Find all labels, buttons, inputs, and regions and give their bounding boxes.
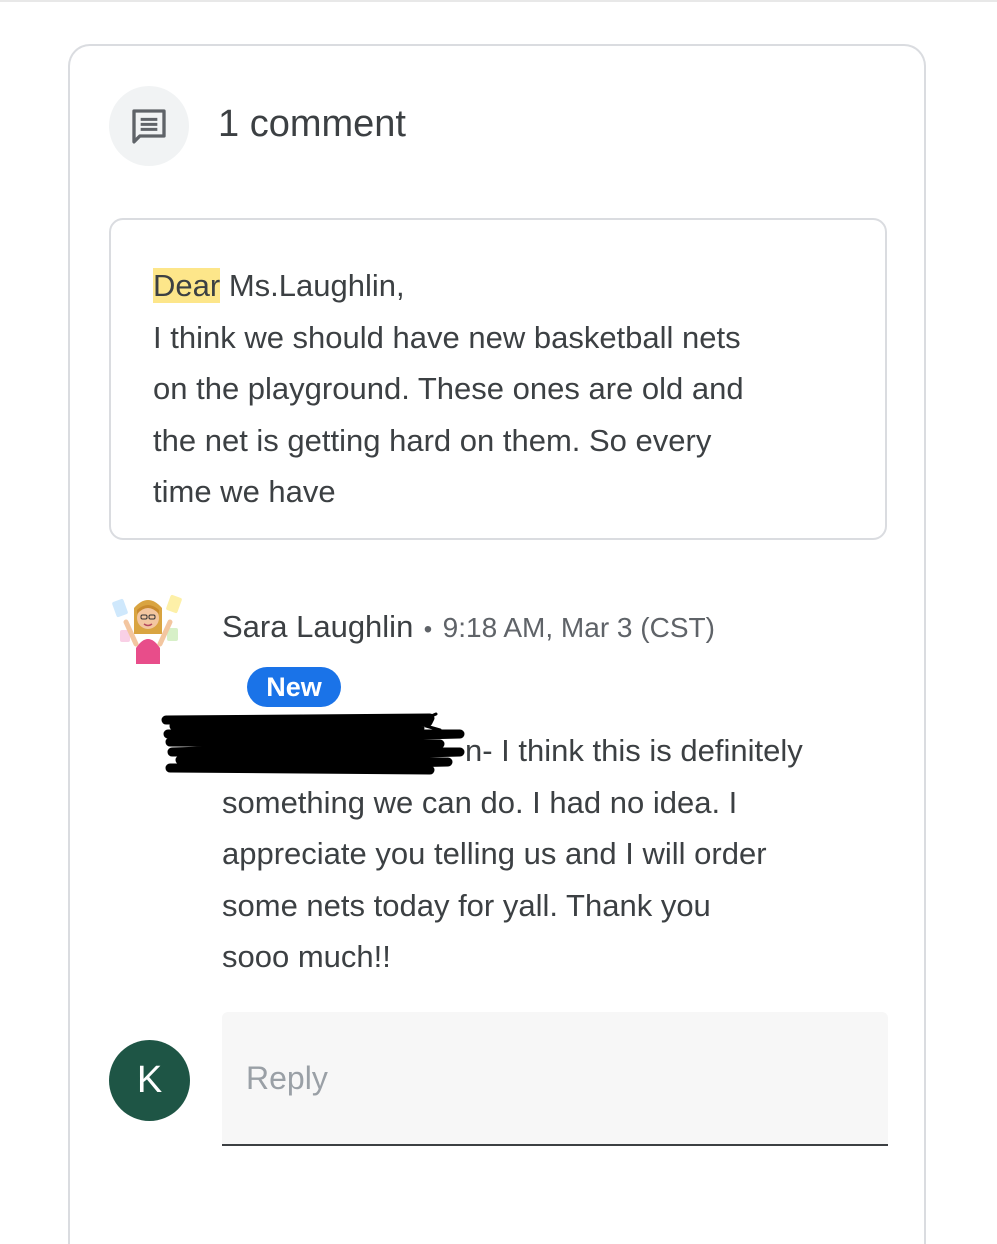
quote-line: on the playground. These ones are old an… — [153, 371, 744, 406]
quote-line: I think we should have new basketball ne… — [153, 319, 741, 355]
quote-line: Ms.Laughlin, — [220, 268, 405, 303]
comment-icon — [109, 86, 189, 166]
quoted-text-box[interactable]: Dear Ms.Laughlin, I think we should have… — [109, 218, 887, 540]
reply-field[interactable] — [222, 1012, 888, 1146]
comment-line: n- I think this is definitely — [465, 733, 803, 768]
comment-line: appreciate you telling us and I will ord… — [222, 836, 767, 871]
author-name[interactable]: Sara Laughlin — [222, 609, 413, 644]
timestamp: 9:18 AM, Mar 3 (CST) — [442, 612, 715, 643]
avatar[interactable] — [108, 586, 188, 666]
new-badge: New — [247, 667, 341, 707]
quote-line: time we have — [153, 474, 336, 509]
comment-line: something we can do. I had no idea. I — [222, 784, 738, 820]
highlighted-word: Dear — [153, 268, 221, 303]
comment-line: sooo much!! — [222, 939, 391, 974]
comment-header: Sara Laughlin • 9:18 AM, Mar 3 (CST) — [222, 609, 715, 645]
comment-count: 1 comment — [218, 103, 406, 145]
user-avatar[interactable]: K — [109, 1040, 190, 1121]
redaction-scribble — [161, 712, 465, 775]
quoted-text: Dear Ms.Laughlin, I think we should have… — [153, 260, 843, 518]
comment-line: some nets today for yall. Thank you — [222, 887, 711, 923]
quote-line: the net is getting hard on them. So ever… — [153, 422, 712, 458]
separator-dot: • — [423, 616, 433, 643]
top-divider — [0, 0, 997, 2]
reply-input[interactable] — [246, 1056, 846, 1100]
